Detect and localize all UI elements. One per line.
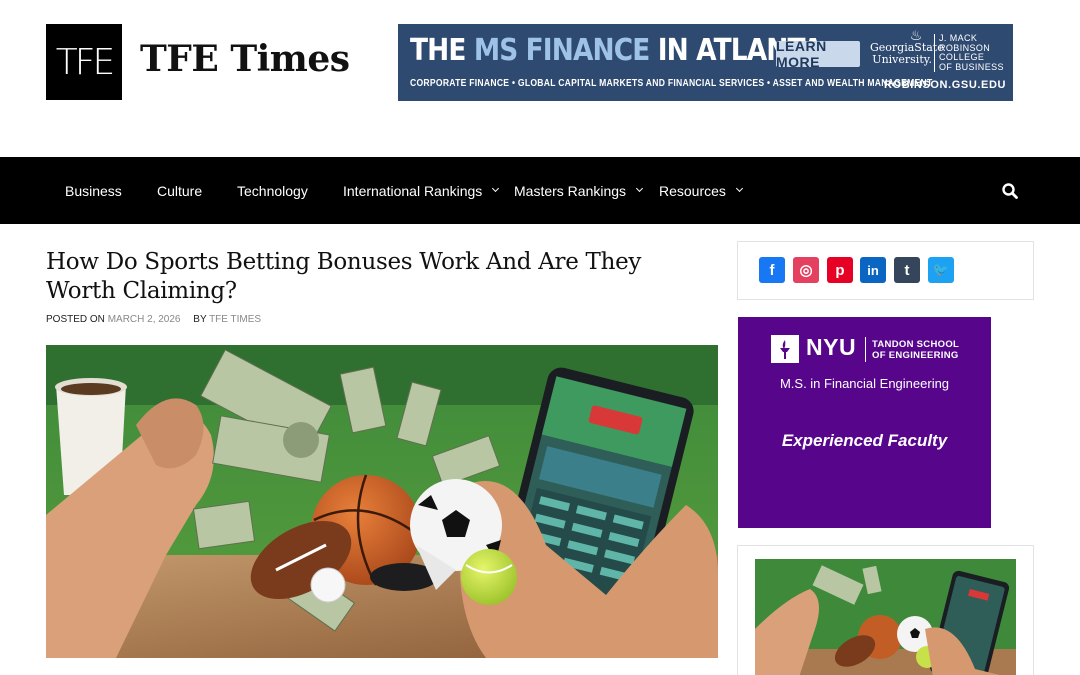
- site-logo[interactable]: TFE: [46, 24, 122, 100]
- posted-on-label: POSTED ON: [46, 314, 105, 325]
- sports-betting-thumbnail: [755, 559, 1016, 675]
- sports-betting-illustration: [46, 345, 718, 658]
- instagram-icon[interactable]: ◎: [793, 257, 819, 283]
- tumblr-icon[interactable]: t: [894, 257, 920, 283]
- related-post-thumbnail[interactable]: [755, 559, 1016, 675]
- facebook-icon[interactable]: f: [759, 257, 785, 283]
- site-title[interactable]: TFE Times: [140, 38, 350, 80]
- related-post-widget: [737, 545, 1034, 675]
- nyu-school-name: TANDON SCHOOL OF ENGINEERING: [872, 339, 960, 361]
- twitter-icon[interactable]: 🐦: [928, 257, 954, 283]
- chevron-down-icon: [492, 184, 500, 193]
- nav-item-technology[interactable]: Technology: [237, 157, 308, 224]
- logo-mark: TFE: [55, 41, 115, 83]
- nav-item-culture[interactable]: Culture: [157, 157, 202, 224]
- gsu-logo: ♨ GeorgiaState University.: [870, 28, 944, 66]
- nav-item-business[interactable]: Business: [65, 157, 122, 224]
- article-title: How Do Sports Betting Bonuses Work And A…: [46, 249, 642, 304]
- linkedin-icon[interactable]: in: [860, 257, 886, 283]
- nyu-wordmark: NYU: [806, 334, 857, 360]
- banner-headline: THE MS FINANCE IN ATLANTA.: [410, 33, 833, 68]
- nyu-tandon-ad[interactable]: NYU TANDON SCHOOL OF ENGINEERING M.S. in…: [738, 317, 991, 528]
- chevron-down-icon: [735, 184, 743, 193]
- banner-url: ROBINSON.GSU.EDU: [884, 79, 1007, 91]
- pinterest-icon[interactable]: p: [827, 257, 853, 283]
- nav-item-resources[interactable]: Resources: [659, 157, 743, 224]
- search-icon[interactable]: [1000, 181, 1020, 201]
- nyu-program: M.S. in Financial Engineering: [779, 376, 950, 391]
- banner-college-name: J. MACK ROBINSON COLLEGE OF BUSINESS: [934, 33, 1012, 72]
- gsu-banner-ad[interactable]: THE MS FINANCE IN ATLANTA. LEARN MORE CO…: [398, 24, 1013, 101]
- author-link[interactable]: TFE TIMES: [209, 314, 261, 325]
- site-header: TFE TFE Times THE MS FINANCE IN ATLANTA.…: [0, 0, 1080, 157]
- main-navigation: Business Culture Technology Internationa…: [0, 157, 1080, 224]
- nyu-tagline: Experienced Faculty: [781, 431, 948, 450]
- post-meta: POSTED ON MARCH 2, 2026 BY TFE TIMES: [46, 314, 261, 325]
- banner-learn-more-button[interactable]: LEARN MORE: [776, 38, 860, 70]
- social-share-widget: f ◎ p in t 🐦: [737, 241, 1034, 300]
- nyu-torch-icon: [771, 335, 799, 363]
- nyu-divider: [865, 337, 866, 362]
- post-date-link[interactable]: MARCH 2, 2026: [108, 314, 181, 325]
- nav-item-international-rankings[interactable]: International Rankings: [343, 157, 500, 224]
- banner-subline: CORPORATE FINANCE • GLOBAL CAPITAL MARKE…: [410, 78, 933, 89]
- chevron-down-icon: [636, 184, 644, 193]
- nav-item-masters-rankings[interactable]: Masters Rankings: [514, 157, 644, 224]
- by-label: BY: [193, 314, 207, 325]
- article-featured-image: [46, 345, 718, 658]
